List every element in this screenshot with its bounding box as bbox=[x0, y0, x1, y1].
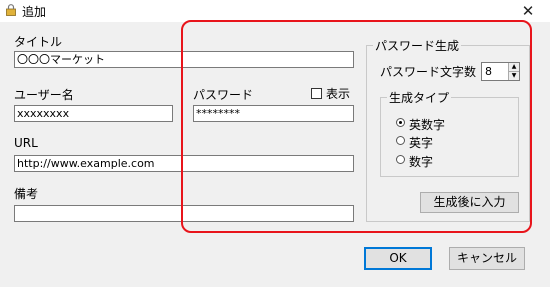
lock-icon bbox=[6, 4, 16, 16]
type-label-alnum: 英数字 bbox=[409, 118, 446, 132]
radio-alpha[interactable] bbox=[396, 136, 405, 145]
username-field[interactable]: xxxxxxxx bbox=[14, 105, 173, 122]
url-label: URL bbox=[14, 136, 38, 150]
generation-type-legend: 生成タイプ bbox=[387, 89, 452, 106]
radio-numeric[interactable] bbox=[396, 155, 405, 164]
length-label: パスワード文字数 bbox=[380, 65, 477, 79]
show-password-checkbox[interactable] bbox=[311, 88, 322, 99]
spin-down-icon[interactable]: ▼ bbox=[509, 72, 519, 80]
url-field[interactable]: http://www.example.com bbox=[14, 155, 354, 172]
type-label-numeric: 数字 bbox=[409, 155, 434, 169]
password-label: パスワード bbox=[193, 88, 254, 102]
close-icon[interactable]: ✕ bbox=[514, 0, 542, 22]
length-spinner[interactable]: 8 ▲ ▼ bbox=[481, 62, 520, 81]
ok-button[interactable]: OK bbox=[364, 247, 432, 270]
username-label: ユーザー名 bbox=[14, 88, 74, 102]
spinner-buttons: ▲ ▼ bbox=[508, 63, 519, 80]
spin-up-icon[interactable]: ▲ bbox=[509, 63, 519, 72]
note-label: 備考 bbox=[14, 187, 39, 201]
type-label-alpha: 英字 bbox=[409, 136, 434, 150]
title-label: タイトル bbox=[14, 35, 63, 49]
show-password-label: 表示 bbox=[326, 87, 351, 101]
window-title: 追加 bbox=[22, 5, 47, 19]
password-field[interactable]: ******** bbox=[193, 105, 354, 122]
password-generator-legend: パスワード生成 bbox=[373, 37, 462, 54]
title-field[interactable]: 〇〇〇マーケット bbox=[14, 51, 354, 68]
note-field[interactable] bbox=[14, 205, 354, 222]
title-bar: 追加 ✕ bbox=[0, 0, 550, 22]
radio-alnum[interactable] bbox=[396, 118, 405, 127]
length-value: 8 bbox=[485, 65, 492, 78]
cancel-button[interactable]: キャンセル bbox=[449, 247, 525, 270]
generate-and-fill-button[interactable]: 生成後に入力 bbox=[420, 192, 519, 213]
